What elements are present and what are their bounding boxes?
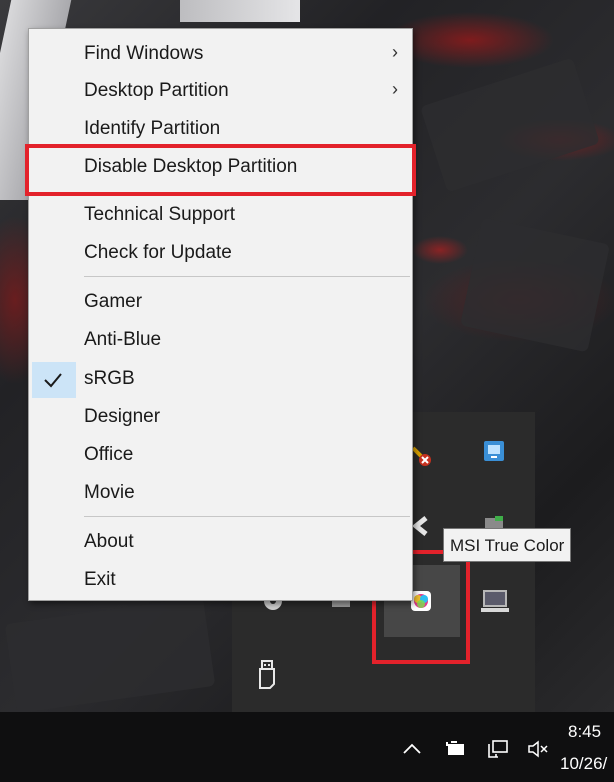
wallpaper-rock bbox=[420, 57, 600, 193]
usb-drive-icon[interactable] bbox=[258, 660, 278, 690]
wallpaper-rock bbox=[459, 217, 611, 353]
back-chevron-icon[interactable] bbox=[410, 515, 432, 537]
menu-item-label: About bbox=[84, 531, 134, 552]
menu-item-srgb[interactable]: sRGB bbox=[29, 362, 412, 398]
network-icon[interactable] bbox=[486, 738, 510, 760]
clock-date[interactable]: 10/26/ bbox=[560, 754, 607, 774]
menu-item-label: Technical Support bbox=[84, 204, 236, 225]
menu-item-label: Gamer bbox=[84, 291, 143, 312]
show-hidden-icons-chevron-icon[interactable] bbox=[400, 738, 424, 760]
menu-item-label: Office bbox=[84, 444, 134, 465]
menu-item-label: Desktop Partition bbox=[84, 80, 229, 101]
submenu-arrow-icon: › bbox=[392, 42, 398, 62]
wallpaper-rock bbox=[4, 596, 216, 712]
menu-item-check-for-update[interactable]: Check for Update bbox=[29, 236, 412, 272]
menu-item-exit[interactable]: Exit bbox=[29, 563, 412, 599]
context-menu: Find Windows › Desktop Partition › Ident… bbox=[28, 28, 413, 601]
menu-item-label: Check for Update bbox=[84, 242, 232, 263]
submenu-arrow-icon: › bbox=[392, 79, 398, 99]
wallpaper-shard bbox=[180, 0, 300, 22]
speaker-muted-icon[interactable] bbox=[526, 738, 550, 760]
menu-item-find-windows[interactable]: Find Windows › bbox=[29, 37, 412, 73]
menu-item-technical-support[interactable]: Technical Support bbox=[29, 198, 412, 234]
menu-separator bbox=[84, 516, 410, 517]
battery-icon[interactable] bbox=[444, 738, 468, 760]
checkmark-icon bbox=[32, 362, 76, 398]
display-icon[interactable] bbox=[481, 588, 509, 614]
menu-item-anti-blue[interactable]: Anti-Blue bbox=[29, 323, 412, 359]
tray-tooltip: MSI True Color bbox=[443, 528, 572, 562]
menu-item-designer[interactable]: Designer bbox=[29, 400, 412, 436]
menu-item-label: Exit bbox=[84, 569, 116, 590]
menu-item-identify-partition[interactable]: Identify Partition bbox=[29, 112, 412, 148]
clock-time[interactable]: 8:45 bbox=[568, 722, 601, 742]
menu-item-office[interactable]: Office bbox=[29, 438, 412, 474]
menu-item-highlight-box bbox=[25, 144, 416, 196]
menu-item-gamer[interactable]: Gamer bbox=[29, 285, 412, 321]
menu-item-label: Movie bbox=[84, 482, 135, 503]
tools-error-icon[interactable] bbox=[410, 445, 432, 467]
menu-item-about[interactable]: About bbox=[29, 525, 412, 561]
menu-separator bbox=[84, 276, 410, 277]
menu-item-label: Anti-Blue bbox=[84, 329, 162, 350]
menu-item-desktop-partition[interactable]: Desktop Partition › bbox=[29, 74, 412, 110]
menu-item-label: sRGB bbox=[84, 368, 135, 389]
network-monitor-icon[interactable] bbox=[483, 440, 505, 462]
menu-item-label: Identify Partition bbox=[84, 118, 221, 139]
menu-item-movie[interactable]: Movie bbox=[29, 476, 412, 512]
taskbar: 8:45 10/26/ bbox=[0, 712, 614, 782]
menu-item-label: Designer bbox=[84, 406, 161, 427]
menu-item-label: Find Windows bbox=[84, 43, 204, 64]
